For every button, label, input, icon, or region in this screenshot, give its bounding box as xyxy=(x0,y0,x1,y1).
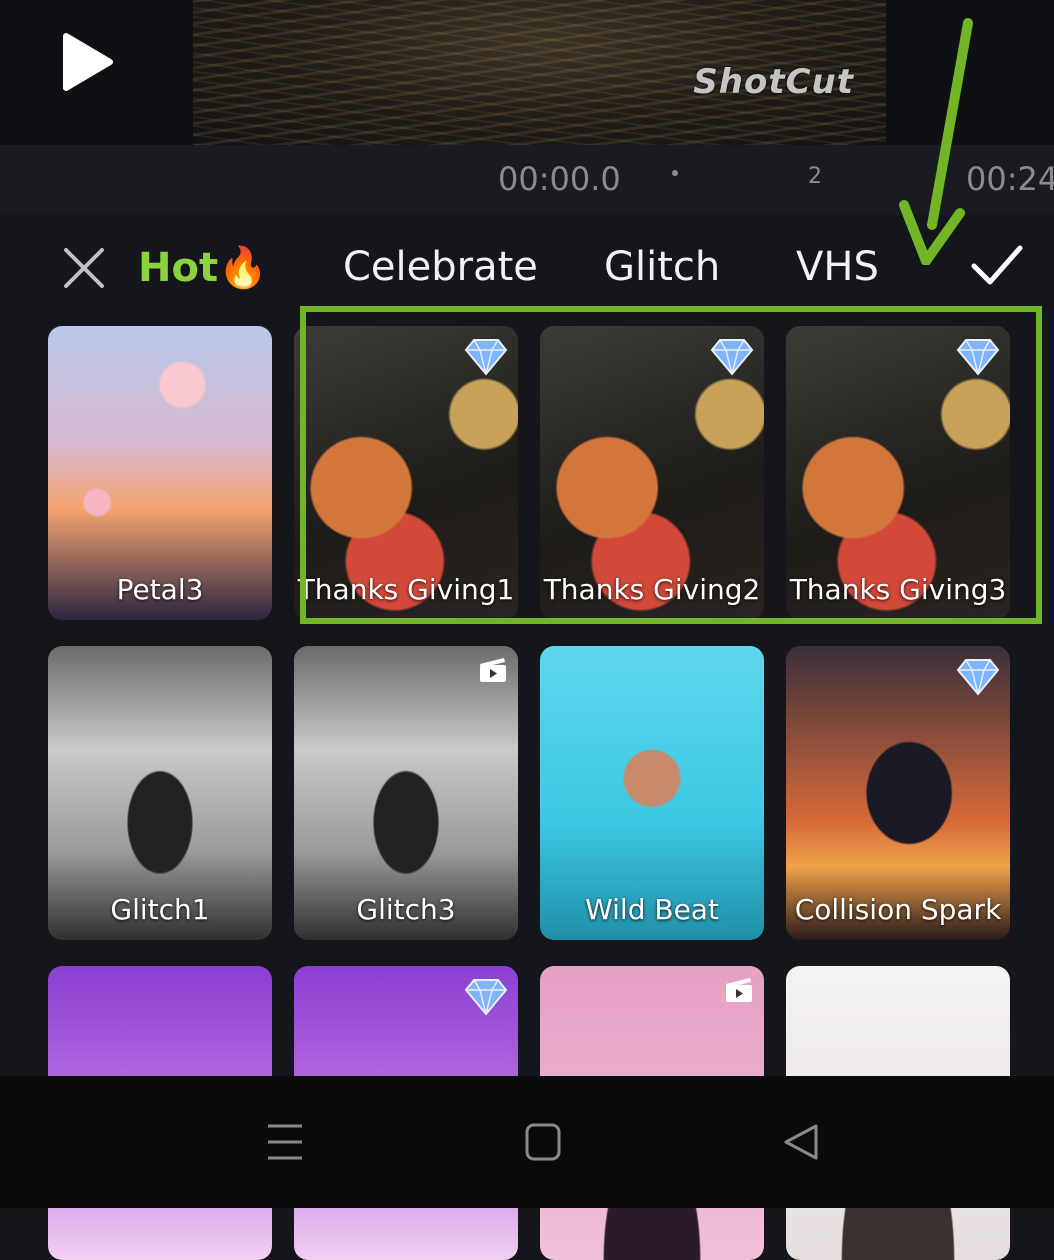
close-icon[interactable] xyxy=(62,246,106,290)
effect-name: Petal3 xyxy=(116,573,204,606)
effect-card-petal3[interactable]: Petal3 xyxy=(48,326,272,620)
effect-card-thanks-giving2[interactable]: Thanks Giving2 xyxy=(540,326,764,620)
timeline-mark: 2 xyxy=(808,164,822,189)
effect-card-thanks-giving3[interactable]: Thanks Giving3 xyxy=(786,326,1010,620)
effect-name: Glitch1 xyxy=(110,893,210,926)
video-frame: ShotCut xyxy=(193,0,886,145)
tab-glitch[interactable]: Glitch xyxy=(604,244,720,290)
diamond-icon xyxy=(464,339,508,376)
timeline-dot xyxy=(672,170,678,176)
effect-name: Collision Spark xyxy=(794,893,1002,926)
watermark-logo: ShotCut xyxy=(693,62,854,102)
effect-name: Glitch3 xyxy=(356,893,456,926)
effect-name: Thanks Giving2 xyxy=(543,573,761,606)
effect-name: Wild Beat xyxy=(585,893,719,926)
effect-card-glitch1[interactable]: Glitch1 xyxy=(48,646,272,940)
film-icon xyxy=(726,978,752,1002)
tab-celebrate[interactable]: Celebrate xyxy=(343,244,538,290)
effect-name: Thanks Giving3 xyxy=(789,573,1007,606)
effect-name: Thanks Giving1 xyxy=(297,573,515,606)
diamond-icon xyxy=(956,339,1000,376)
effect-card-glitch3[interactable]: Glitch3 xyxy=(294,646,518,940)
play-icon[interactable] xyxy=(58,32,118,92)
menu-icon[interactable] xyxy=(266,1122,304,1162)
diamond-icon xyxy=(464,979,508,1016)
effect-card-wild-beat[interactable]: Wild Beat xyxy=(540,646,764,940)
effect-card-thanks-giving1[interactable]: Thanks Giving1 xyxy=(294,326,518,620)
annotation-arrow-icon xyxy=(899,18,973,265)
current-time: 00:00.0 xyxy=(498,160,621,198)
film-icon xyxy=(480,658,506,682)
diamond-icon xyxy=(956,659,1000,696)
back-icon[interactable] xyxy=(782,1122,820,1162)
tab-hot[interactable]: Hot🔥 xyxy=(138,244,268,291)
home-icon[interactable] xyxy=(524,1122,562,1162)
diamond-icon xyxy=(710,339,754,376)
tab-vhs[interactable]: VHS xyxy=(796,244,879,290)
effect-card-collision-spark[interactable]: Collision Spark xyxy=(786,646,1010,940)
